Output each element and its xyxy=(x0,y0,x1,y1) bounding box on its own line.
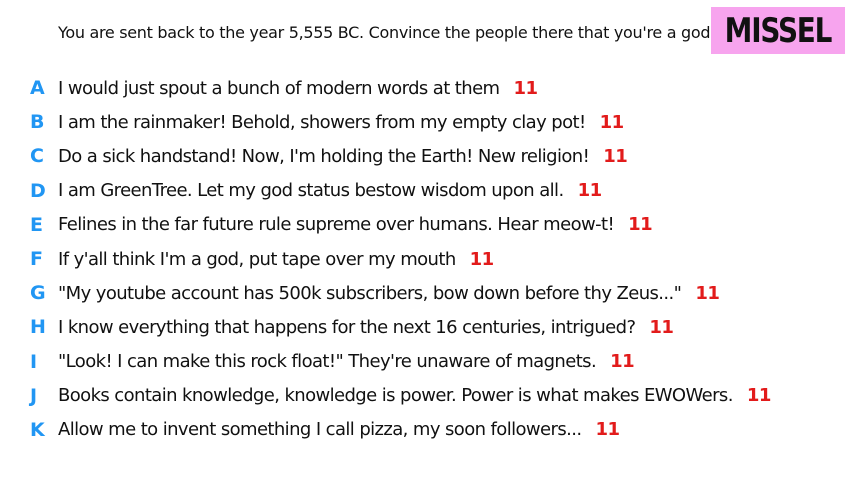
response-row: A I would just spout a bunch of modern w… xyxy=(0,71,853,105)
response-text: Books contain knowledge, knowledge is po… xyxy=(58,385,772,407)
response-score: 11 xyxy=(595,419,620,441)
response-letter: C xyxy=(30,145,44,168)
response-score: 11 xyxy=(628,214,653,236)
response-list: A I would just spout a bunch of modern w… xyxy=(0,71,853,447)
response-text: I am the rainmaker! Behold, showers from… xyxy=(58,111,625,133)
prompt-text: You are sent back to the year 5,555 BC. … xyxy=(58,23,715,42)
response-row: K Allow me to invent something I call pi… xyxy=(0,413,853,447)
response-score: 11 xyxy=(599,111,625,133)
response-letter: G xyxy=(30,282,46,305)
response-score: 11 xyxy=(469,248,495,270)
response-text: "My youtube account has 500k subscribers… xyxy=(58,282,720,304)
response-row: I "Look! I can make this rock float!" Th… xyxy=(0,345,853,379)
response-text: Felines in the far future rule supreme o… xyxy=(58,214,653,236)
response-text: If y'all think I'm a god, put tape over … xyxy=(58,248,495,270)
response-row: F If y'all think I'm a god, put tape ove… xyxy=(0,242,853,276)
response-row: E Felines in the far future rule supreme… xyxy=(0,208,853,242)
response-score: 11 xyxy=(695,282,720,304)
response-letter: D xyxy=(30,179,46,202)
response-row: H I know everything that happens for the… xyxy=(0,310,853,344)
response-letter: K xyxy=(30,418,45,441)
response-letter: B xyxy=(30,111,45,134)
response-letter: A xyxy=(30,77,45,100)
response-letter: H xyxy=(30,316,46,339)
response-row: C Do a sick handstand! Now, I'm holding … xyxy=(0,139,853,173)
response-row: G "My youtube account has 500k subscribe… xyxy=(0,276,853,310)
response-letter: F xyxy=(30,248,43,271)
response-text: Do a sick handstand! Now, I'm holding th… xyxy=(58,145,628,167)
response-row: B I am the rainmaker! Behold, showers fr… xyxy=(0,105,853,139)
response-score: 11 xyxy=(513,77,538,99)
response-text: I am GreenTree. Let my god status bestow… xyxy=(58,180,603,202)
response-score: 11 xyxy=(610,351,635,373)
response-text: I know everything that happens for the n… xyxy=(58,316,674,338)
response-letter: J xyxy=(30,384,38,407)
response-text: "Look! I can make this rock float!" They… xyxy=(58,351,635,373)
response-score: 11 xyxy=(577,180,603,202)
response-row: J Books contain knowledge, knowledge is … xyxy=(0,379,853,413)
response-text: Allow me to invent something I call pizz… xyxy=(58,419,620,441)
contestant-name: MISSEL xyxy=(724,10,833,51)
response-letter: I xyxy=(30,350,38,373)
response-score: 11 xyxy=(603,145,628,167)
response-row: D I am GreenTree. Let my god status best… xyxy=(0,174,853,208)
response-score: 11 xyxy=(649,316,674,338)
response-score: 11 xyxy=(746,385,772,407)
contestant-badge: MISSEL xyxy=(711,7,845,54)
response-text: I would just spout a bunch of modern wor… xyxy=(58,77,538,99)
response-letter: E xyxy=(30,213,43,236)
